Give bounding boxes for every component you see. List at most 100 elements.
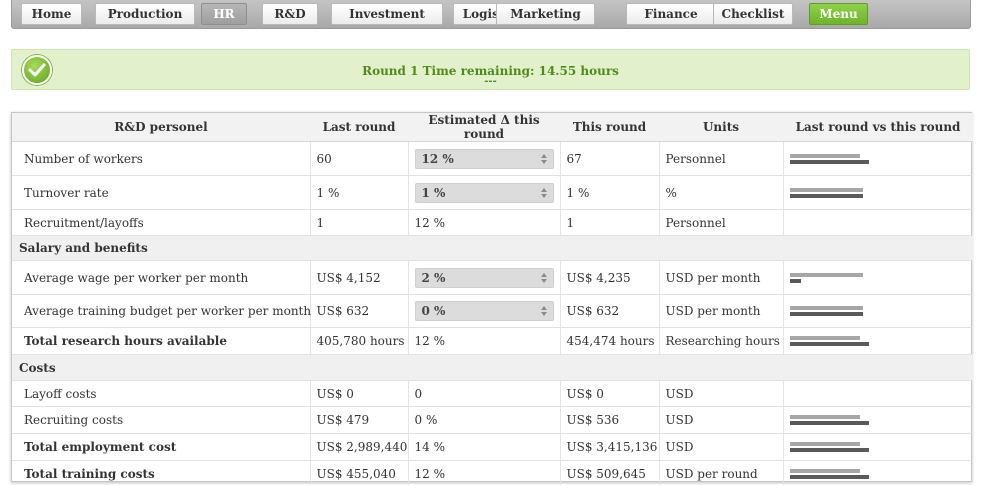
table-row: Total research hours available 405,780 ho… bbox=[12, 327, 974, 355]
last-round-value: 405,780 hours bbox=[310, 327, 409, 355]
estimated-change-cell: 0 % bbox=[408, 294, 561, 328]
last-round-bar bbox=[789, 468, 860, 473]
spinner-arrows-icon[interactable] bbox=[540, 153, 547, 164]
table-row: Number of workers 60 12 % 67 Personnel bbox=[12, 141, 974, 176]
estimated-change-value: 12 % bbox=[408, 460, 561, 485]
last-round-bar bbox=[789, 187, 863, 192]
spinner-arrows-icon[interactable] bbox=[540, 272, 547, 283]
status-subtext: --- bbox=[484, 76, 497, 87]
comparison-bars bbox=[789, 186, 974, 200]
arrow-up-icon[interactable] bbox=[540, 187, 547, 192]
comparison-cell bbox=[783, 175, 974, 210]
row-label: Layoff costs bbox=[12, 380, 311, 407]
stepper-value: 12 % bbox=[421, 151, 454, 166]
this-round-value: 1 bbox=[560, 209, 660, 236]
rd-personnel-table: R&D personel Last round Estimated Δ this r… bbox=[11, 112, 974, 485]
comparison-bars bbox=[789, 304, 974, 318]
last-round-bar bbox=[789, 336, 860, 340]
this-round-bar bbox=[789, 278, 801, 283]
arrow-up-icon[interactable] bbox=[540, 306, 547, 310]
estimated-change-stepper[interactable]: 0 % bbox=[414, 301, 554, 321]
this-round-bar bbox=[789, 448, 869, 452]
comparison-bars bbox=[789, 152, 974, 166]
arrow-down-icon[interactable] bbox=[540, 312, 547, 316]
this-round-value: US$ 0 bbox=[560, 380, 660, 407]
header-last-round: Last round bbox=[310, 113, 408, 142]
this-round-bar bbox=[789, 474, 869, 479]
units-value: Personnel bbox=[659, 141, 784, 176]
comparison-cell bbox=[783, 327, 974, 355]
arrow-down-icon[interactable] bbox=[540, 193, 547, 198]
comparison-cell bbox=[783, 406, 973, 434]
nav-home-button[interactable]: Home bbox=[21, 3, 82, 25]
row-label: Average training budget per worker per m… bbox=[12, 294, 311, 328]
section-header-row: Costs bbox=[12, 354, 973, 381]
row-label: Total employment cost bbox=[12, 433, 311, 461]
nav-investment-button[interactable]: Investment bbox=[331, 3, 443, 25]
arrow-up-icon[interactable] bbox=[540, 272, 547, 277]
comparison-cell bbox=[783, 209, 973, 236]
this-round-bar bbox=[789, 421, 869, 425]
row-label: Total training costs bbox=[12, 460, 311, 485]
estimated-change-stepper[interactable]: 12 % bbox=[414, 148, 554, 169]
arrow-down-icon[interactable] bbox=[540, 278, 547, 283]
row-label: Recruitment/layoffs bbox=[12, 209, 311, 236]
comparison-cell bbox=[783, 294, 974, 328]
header-units: Units bbox=[659, 113, 783, 142]
last-round-value: US$ 4,152 bbox=[310, 260, 409, 295]
nav-r-d-button[interactable]: R&D bbox=[262, 3, 318, 25]
this-round-bar bbox=[789, 193, 863, 198]
this-round-bar bbox=[789, 159, 869, 164]
row-label: Average wage per worker per month bbox=[12, 260, 311, 295]
header-rd-personel: R&D personel bbox=[12, 113, 310, 142]
estimated-change-value: 0 % bbox=[408, 406, 561, 434]
estimated-change-cell: 1 % bbox=[408, 175, 561, 210]
arrow-up-icon[interactable] bbox=[540, 153, 547, 158]
header-comparison: Last round vs this round bbox=[783, 113, 973, 142]
nav-checklist-button[interactable]: Checklist bbox=[713, 3, 793, 25]
comparison-cell bbox=[783, 380, 973, 407]
estimated-change-value: 0 bbox=[408, 380, 561, 407]
comparison-cell bbox=[783, 460, 973, 485]
last-round-value: 1 bbox=[310, 209, 409, 236]
header-estimated-change: Estimated Δ this round bbox=[408, 113, 560, 142]
last-round-bar bbox=[789, 306, 863, 310]
units-value: USD per month bbox=[659, 260, 784, 295]
nav-marketing-button[interactable]: Marketing bbox=[496, 3, 595, 25]
row-label: Recruiting costs bbox=[12, 406, 311, 434]
row-label: Number of workers bbox=[12, 141, 311, 176]
units-value: USD per round bbox=[659, 460, 784, 485]
spinner-arrows-icon[interactable] bbox=[540, 187, 547, 198]
last-round-value: US$ 2,989,440 bbox=[310, 433, 409, 461]
estimated-change-stepper[interactable]: 1 % bbox=[414, 182, 554, 203]
table-row: Total training costs US$ 455,040 12 % US$ 5… bbox=[12, 460, 973, 485]
this-round-value: US$ 632 bbox=[560, 294, 660, 328]
row-label: Total research hours available bbox=[12, 327, 311, 355]
estimated-change-stepper[interactable]: 2 % bbox=[414, 267, 554, 288]
units-value: USD bbox=[659, 433, 784, 461]
last-round-value: US$ 0 bbox=[310, 380, 409, 407]
last-round-value: 1 % bbox=[310, 175, 409, 210]
spinner-arrows-icon[interactable] bbox=[540, 306, 547, 316]
nav-finance-button[interactable]: Finance bbox=[626, 3, 716, 25]
comparison-bars bbox=[789, 334, 974, 348]
section-header-row: Salary and benefits bbox=[12, 235, 973, 261]
top-navigation: Home Production HR R&D Investment Logistic Mar… bbox=[11, 0, 971, 29]
table-row: Total employment cost US$ 2,989,440 14 % US… bbox=[12, 433, 973, 461]
this-round-value: 454,474 hours bbox=[560, 327, 660, 355]
nav-hr-button[interactable]: HR bbox=[201, 3, 247, 25]
last-round-bar bbox=[789, 442, 860, 446]
units-value: USD bbox=[659, 406, 784, 434]
nav-menu-button[interactable]: Menu bbox=[809, 3, 868, 25]
estimated-change-cell: 12 % bbox=[408, 141, 561, 176]
this-round-value: 1 % bbox=[560, 175, 660, 210]
table-row: Recruiting costs US$ 479 0 % US$ 536 USD bbox=[12, 406, 973, 434]
this-round-bar bbox=[789, 312, 863, 316]
units-value: USD per month bbox=[659, 294, 784, 328]
arrow-down-icon[interactable] bbox=[540, 159, 547, 164]
table-row: Layoff costs US$ 0 0 US$ 0 USD bbox=[12, 380, 973, 407]
estimated-change-cell: 2 % bbox=[408, 260, 561, 295]
units-value: USD bbox=[659, 380, 784, 407]
nav-production-button[interactable]: Production bbox=[95, 3, 195, 25]
comparison-cell bbox=[783, 260, 973, 295]
